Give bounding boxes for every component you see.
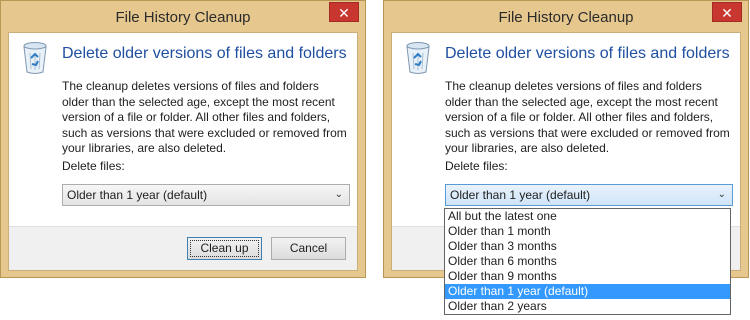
window-title: File History Cleanup xyxy=(498,9,634,26)
dialog-heading: Delete older versions of files and folde… xyxy=(445,45,730,62)
option-9-months[interactable]: Older than 9 months xyxy=(445,269,730,284)
chevron-down-icon: ⌄ xyxy=(717,189,726,200)
option-1-year-default[interactable]: Older than 1 year (default) xyxy=(445,284,730,299)
option-6-months[interactable]: Older than 6 months xyxy=(445,254,730,269)
title-bar[interactable]: File History Cleanup ✕ xyxy=(384,1,748,33)
option-3-months[interactable]: Older than 3 months xyxy=(445,239,730,254)
delete-files-dropdown[interactable]: Older than 1 year (default) ⌄ xyxy=(445,184,733,206)
delete-files-label: Delete files: xyxy=(62,159,125,173)
dialog-heading: Delete older versions of files and folde… xyxy=(62,45,347,62)
dropdown-selected-value: Older than 1 year (default) xyxy=(67,188,208,202)
close-button[interactable]: ✕ xyxy=(329,2,359,22)
cancel-button[interactable]: Cancel xyxy=(271,237,346,260)
chevron-down-icon: ⌄ xyxy=(334,189,343,200)
recycle-bin-icon xyxy=(406,42,430,74)
delete-files-label: Delete files: xyxy=(445,159,508,173)
cleanup-description: The cleanup deletes versions of files an… xyxy=(445,79,730,155)
button-bar: Clean up Cancel xyxy=(9,226,357,270)
delete-files-options-list: All but the latest one Older than 1 mont… xyxy=(444,208,731,315)
dialog-content: Delete older versions of files and folde… xyxy=(8,32,358,271)
option-1-month[interactable]: Older than 1 month xyxy=(445,224,730,239)
title-bar[interactable]: File History Cleanup ✕ xyxy=(1,1,365,33)
clean-up-button[interactable]: Clean up xyxy=(187,237,262,260)
dropdown-selected-value: Older than 1 year (default) xyxy=(450,188,591,202)
close-icon: ✕ xyxy=(338,5,350,21)
window-title: File History Cleanup xyxy=(115,9,251,26)
close-button[interactable]: ✕ xyxy=(712,2,742,22)
close-icon: ✕ xyxy=(721,5,733,21)
cleanup-description: The cleanup deletes versions of files an… xyxy=(62,79,347,155)
option-all-but-latest[interactable]: All but the latest one xyxy=(445,209,730,224)
file-history-cleanup-dialog: File History Cleanup ✕ Delete older vers… xyxy=(0,0,366,278)
option-2-years[interactable]: Older than 2 years xyxy=(445,299,730,314)
recycle-bin-icon xyxy=(23,42,47,74)
delete-files-dropdown[interactable]: Older than 1 year (default) ⌄ xyxy=(62,184,350,206)
